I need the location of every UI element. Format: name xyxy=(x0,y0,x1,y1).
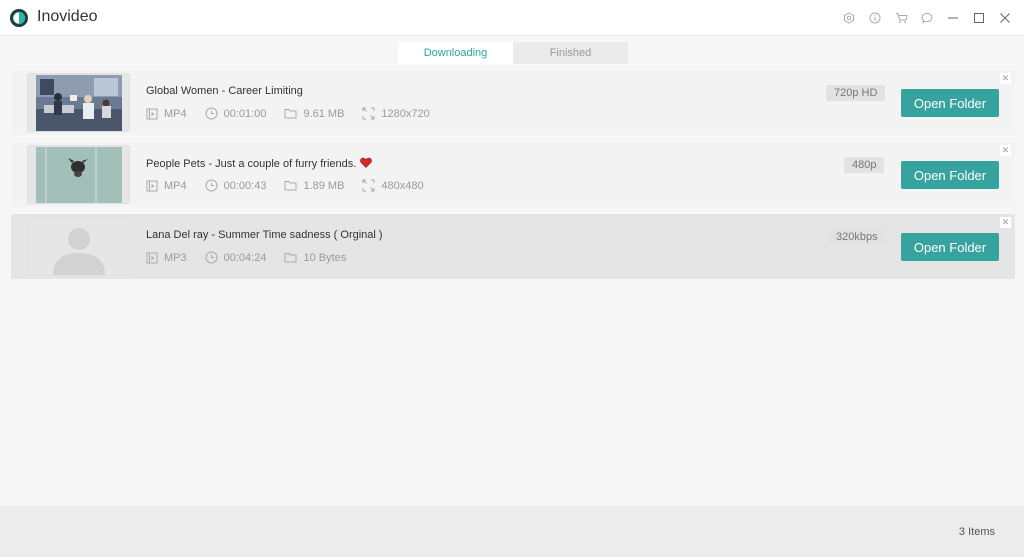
quality-badge: 320kbps xyxy=(828,229,886,245)
title-bar: Inovideo xyxy=(0,0,1024,36)
feedback-icon[interactable] xyxy=(914,8,940,28)
folder-icon xyxy=(284,180,297,191)
remove-item-icon[interactable]: ✕ xyxy=(1000,217,1011,228)
maximize-icon[interactable] xyxy=(966,8,992,28)
item-duration: 00:04:24 xyxy=(223,251,267,264)
clock-icon xyxy=(205,251,218,264)
download-list: Global Women - Career Limiting MP4 00:01… xyxy=(11,70,1015,286)
item-title: People Pets - Just a couple of furry fri… xyxy=(146,157,373,171)
minimize-icon[interactable] xyxy=(940,8,966,28)
item-duration: 00:00:43 xyxy=(223,179,267,192)
thumbnail-frame xyxy=(27,73,130,132)
item-resolution: 480x480 xyxy=(381,179,424,192)
item-title: Global Women - Career Limiting xyxy=(146,85,303,97)
tab-bar: Downloading Finished xyxy=(398,42,628,64)
video-thumbnail xyxy=(36,75,122,131)
folder-icon xyxy=(284,252,297,263)
open-folder-button[interactable]: Open Folder xyxy=(901,89,999,117)
item-size: 10 Bytes xyxy=(303,251,347,264)
item-meta: MP4 00:01:00 9.61 MB 1280x720 xyxy=(146,107,430,120)
film-icon xyxy=(146,108,158,120)
download-item[interactable]: Lana Del ray - Summer Time sadness ( Org… xyxy=(11,214,1015,279)
open-folder-button[interactable]: Open Folder xyxy=(901,161,999,189)
thumbnail-frame xyxy=(27,217,130,276)
item-title-text: Global Women - Career Limiting xyxy=(146,85,303,97)
audio-placeholder-thumbnail xyxy=(36,219,122,275)
remove-item-icon[interactable]: ✕ xyxy=(1000,145,1011,156)
heart-icon xyxy=(360,157,373,171)
item-title: Lana Del ray - Summer Time sadness ( Org… xyxy=(146,229,383,241)
resolution-icon xyxy=(362,107,375,120)
folder-icon xyxy=(284,108,297,119)
item-title-text: Lana Del ray - Summer Time sadness ( Org… xyxy=(146,229,383,241)
item-format: MP4 xyxy=(164,107,187,120)
thumbnail-frame xyxy=(27,145,130,204)
item-count: 3 Items xyxy=(958,526,995,538)
item-meta: MP3 00:04:24 10 Bytes xyxy=(146,251,346,264)
tab-finished[interactable]: Finished xyxy=(513,42,628,64)
remove-item-icon[interactable]: ✕ xyxy=(1000,73,1011,84)
info-icon[interactable] xyxy=(862,8,888,28)
download-item[interactable]: People Pets - Just a couple of furry fri… xyxy=(11,142,1015,207)
clock-icon xyxy=(205,179,218,192)
item-format: MP3 xyxy=(164,251,187,264)
clock-icon xyxy=(205,107,218,120)
status-bar: 3 Items xyxy=(0,506,1024,557)
resolution-icon xyxy=(362,179,375,192)
item-duration: 00:01:00 xyxy=(223,107,267,120)
item-size: 9.61 MB xyxy=(303,107,345,120)
app-logo-icon xyxy=(10,9,28,27)
film-icon xyxy=(146,252,158,264)
app-title: Inovideo xyxy=(37,8,98,25)
item-meta: MP4 00:00:43 1.89 MB 480x480 xyxy=(146,179,424,192)
video-thumbnail xyxy=(36,147,122,203)
item-title-text: People Pets - Just a couple of furry fri… xyxy=(146,158,357,170)
film-icon xyxy=(146,180,158,192)
item-size: 1.89 MB xyxy=(303,179,345,192)
quality-badge: 480p xyxy=(844,157,885,173)
close-icon[interactable] xyxy=(992,8,1018,28)
download-item[interactable]: Global Women - Career Limiting MP4 00:01… xyxy=(11,70,1015,135)
item-format: MP4 xyxy=(164,179,187,192)
quality-badge: 720p HD xyxy=(826,85,886,101)
settings-icon[interactable] xyxy=(836,8,862,28)
open-folder-button[interactable]: Open Folder xyxy=(901,233,999,261)
cart-icon[interactable] xyxy=(888,8,914,28)
item-resolution: 1280x720 xyxy=(381,107,430,120)
tab-downloading[interactable]: Downloading xyxy=(398,42,513,64)
